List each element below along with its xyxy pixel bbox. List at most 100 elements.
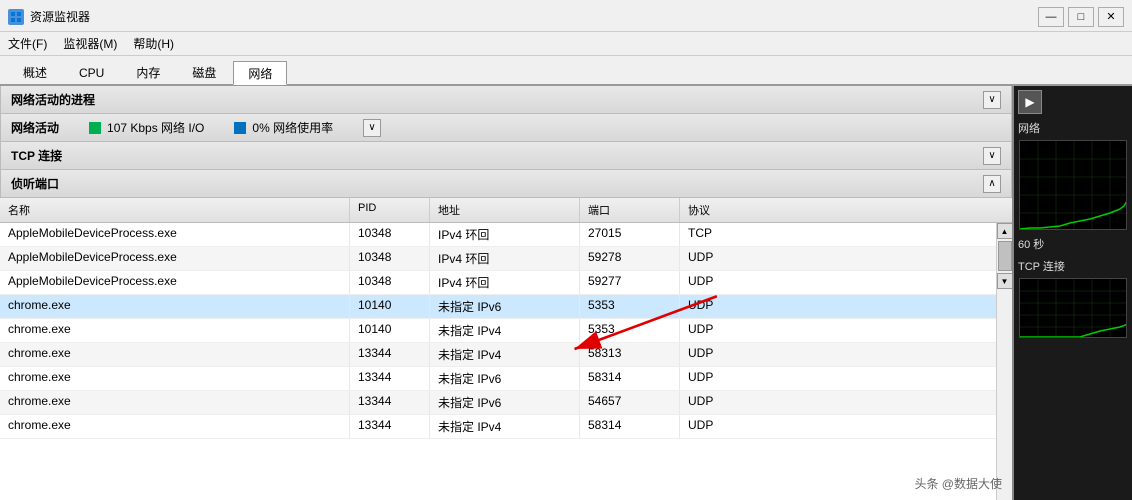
cell-name: chrome.exe — [0, 415, 350, 438]
col-header-address[interactable]: 地址 — [430, 198, 580, 222]
network-activity-label: 网络活动 — [11, 119, 59, 136]
cell-protocol: UDP — [680, 271, 780, 294]
table-scrollbar[interactable]: ▲ ▼ — [996, 223, 1012, 500]
title-bar-left: 资源监视器 — [8, 8, 90, 25]
tcp-collapse[interactable]: ∨ — [983, 147, 1001, 165]
close-button[interactable]: ✕ — [1098, 7, 1124, 27]
cell-port: 59278 — [580, 247, 680, 270]
cell-address: IPv4 环回 — [430, 223, 580, 246]
listen-collapse[interactable]: ∧ — [983, 175, 1001, 193]
cell-name: chrome.exe — [0, 391, 350, 414]
listen-title: 侦听端口 — [11, 175, 59, 192]
network-indicator-1: 107 Kbps 网络 I/O — [89, 119, 204, 136]
table-row[interactable]: AppleMobileDeviceProcess.exe 10348 IPv4 … — [0, 223, 996, 247]
tab-network[interactable]: 网络 — [233, 61, 287, 85]
cell-name: AppleMobileDeviceProcess.exe — [0, 247, 350, 270]
cell-name: chrome.exe — [0, 295, 350, 318]
network-process-collapse[interactable]: ∨ — [983, 91, 1001, 109]
cell-address: 未指定 IPv6 — [430, 367, 580, 390]
left-panel: 网络活动的进程 ∨ 网络活动 107 Kbps 网络 I/O 0% 网络使用率 … — [0, 86, 1012, 500]
cell-address: 未指定 IPv4 — [430, 415, 580, 438]
tab-bar: 概述 CPU 内存 磁盘 网络 — [0, 56, 1132, 86]
cell-port: 5353 — [580, 319, 680, 342]
tcp-section-header: TCP 连接 ∨ — [0, 142, 1012, 170]
tab-memory[interactable]: 内存 — [121, 60, 175, 84]
cell-address: 未指定 IPv6 — [430, 295, 580, 318]
table-row[interactable]: AppleMobileDeviceProcess.exe 10348 IPv4 … — [0, 271, 996, 295]
cell-port: 27015 — [580, 223, 680, 246]
cell-pid: 13344 — [350, 415, 430, 438]
scroll-up-arrow[interactable]: ▲ — [997, 223, 1013, 239]
cell-address: IPv4 环回 — [430, 247, 580, 270]
cell-port: 54657 — [580, 391, 680, 414]
blue-dot-icon — [234, 122, 246, 134]
table-row[interactable]: chrome.exe 13344 未指定 IPv4 58314 UDP — [0, 415, 996, 439]
col-header-name[interactable]: 名称 — [0, 198, 350, 222]
tab-disk[interactable]: 磁盘 — [177, 60, 231, 84]
col-header-pid[interactable]: PID — [350, 198, 430, 222]
expand-button[interactable]: ▶ — [1018, 90, 1042, 114]
cell-protocol: UDP — [680, 391, 780, 414]
cell-pid: 10140 — [350, 319, 430, 342]
col-header-protocol[interactable]: 协议 — [680, 198, 780, 222]
network-activity-collapse[interactable]: ∨ — [363, 119, 381, 137]
network-process-title: 网络活动的进程 — [11, 91, 95, 108]
cell-name: chrome.exe — [0, 319, 350, 342]
tab-overview[interactable]: 概述 — [8, 60, 62, 84]
table-row[interactable]: chrome.exe 13344 未指定 IPv4 58313 UDP — [0, 343, 996, 367]
cell-protocol: UDP — [680, 367, 780, 390]
network-activity-bar: 网络活动 107 Kbps 网络 I/O 0% 网络使用率 ∨ — [0, 114, 1012, 142]
cell-pid: 13344 — [350, 367, 430, 390]
cell-port: 5353 — [580, 295, 680, 318]
col-header-port[interactable]: 端口 — [580, 198, 680, 222]
cell-port: 58313 — [580, 343, 680, 366]
cell-port: 59277 — [580, 271, 680, 294]
scroll-thumb[interactable] — [998, 241, 1012, 271]
tcp-graph — [1019, 278, 1127, 338]
cell-name: chrome.exe — [0, 367, 350, 390]
scroll-down-arrow[interactable]: ▼ — [997, 273, 1013, 289]
table-row[interactable]: AppleMobileDeviceProcess.exe 10348 IPv4 … — [0, 247, 996, 271]
tab-cpu[interactable]: CPU — [64, 60, 119, 84]
cell-name: chrome.exe — [0, 343, 350, 366]
network-usage-text: 0% 网络使用率 — [252, 119, 333, 136]
minimize-button[interactable]: — — [1038, 7, 1064, 27]
cell-address: 未指定 IPv6 — [430, 391, 580, 414]
menu-file[interactable]: 文件(F) — [8, 35, 47, 52]
table-row[interactable]: chrome.exe 10140 未指定 IPv6 5353 UDP — [0, 295, 996, 319]
table-row[interactable]: chrome.exe 10140 未指定 IPv4 5353 UDP — [0, 319, 996, 343]
menu-bar: 文件(F) 监视器(M) 帮助(H) — [0, 32, 1132, 56]
maximize-button[interactable]: □ — [1068, 7, 1094, 27]
cell-name: AppleMobileDeviceProcess.exe — [0, 271, 350, 294]
table-row[interactable]: chrome.exe 13344 未指定 IPv6 58314 UDP — [0, 367, 996, 391]
cell-protocol: UDP — [680, 295, 780, 318]
menu-help[interactable]: 帮助(H) — [133, 35, 174, 52]
right-panel: ▶ 网络 60 秒 TCP 连接 — [1012, 86, 1132, 500]
network-process-header: 网络活动的进程 ∨ — [0, 86, 1012, 114]
cell-port: 58314 — [580, 415, 680, 438]
time-label: 60 秒 — [1018, 236, 1044, 252]
cell-protocol: UDP — [680, 343, 780, 366]
cell-protocol: UDP — [680, 415, 780, 438]
cell-name: AppleMobileDeviceProcess.exe — [0, 223, 350, 246]
cell-pid: 13344 — [350, 343, 430, 366]
table-scroll-area: AppleMobileDeviceProcess.exe 10348 IPv4 … — [0, 223, 1012, 500]
cell-pid: 10348 — [350, 247, 430, 270]
app-icon — [8, 9, 24, 25]
cell-protocol: TCP — [680, 223, 780, 246]
cell-port: 58314 — [580, 367, 680, 390]
network-graph — [1019, 140, 1127, 230]
cell-protocol: UDP — [680, 319, 780, 342]
listen-section-header: 侦听端口 ∧ — [0, 170, 1012, 198]
tcp-label: TCP 连接 — [1018, 258, 1065, 274]
cell-address: IPv4 环回 — [430, 271, 580, 294]
cell-address: 未指定 IPv4 — [430, 343, 580, 366]
cell-protocol: UDP — [680, 247, 780, 270]
tcp-title: TCP 连接 — [11, 147, 62, 164]
table-content[interactable]: AppleMobileDeviceProcess.exe 10348 IPv4 … — [0, 223, 996, 500]
menu-monitor[interactable]: 监视器(M) — [63, 35, 117, 52]
table-row[interactable]: chrome.exe 13344 未指定 IPv6 54657 UDP — [0, 391, 996, 415]
cell-pid: 10140 — [350, 295, 430, 318]
cell-address: 未指定 IPv4 — [430, 319, 580, 342]
network-io-text: 107 Kbps 网络 I/O — [107, 119, 204, 136]
